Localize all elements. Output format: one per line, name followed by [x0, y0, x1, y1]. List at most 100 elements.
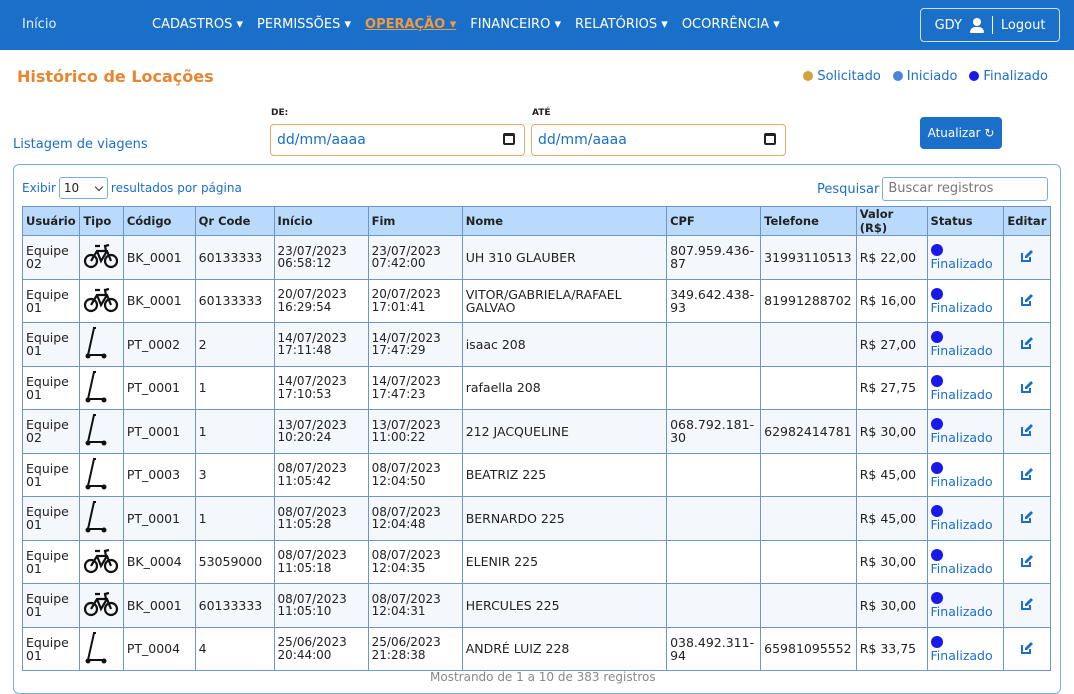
to-date-label: ATÉ [532, 108, 551, 118]
from-date-input[interactable]: dd/mm/aaaa [270, 124, 525, 156]
col-qrcode[interactable]: Qr Code [194, 206, 275, 236]
cell-name: isaac 208 [461, 322, 668, 367]
edit-icon[interactable] [1020, 293, 1034, 310]
cell-value: R$ 30,00 [855, 583, 928, 628]
col-usuario[interactable]: Usuário [21, 206, 81, 236]
cell-value: R$ 27,00 [855, 322, 928, 367]
cell-qr: 3 [194, 452, 275, 497]
edit-icon[interactable] [1020, 641, 1034, 658]
edit-icon[interactable] [1020, 598, 1034, 614]
end-time: 12:04:48 [371, 517, 426, 532]
legend-iniciado: Iniciado [892, 69, 957, 84]
nav-ocorrencia[interactable]: OCORRÊNCIA ▾ [682, 17, 780, 32]
nav-permissoes[interactable]: PERMISSÕES ▾ [257, 17, 351, 32]
cell-type [79, 322, 124, 367]
edit-icon[interactable] [1020, 250, 1034, 266]
cell-user: Equipe 02 [21, 235, 81, 280]
cell-value: R$ 16,00 [855, 278, 928, 323]
dot-icon [803, 71, 814, 81]
edit-icon[interactable] [1020, 554, 1034, 571]
col-cpf[interactable]: CPF [666, 206, 762, 236]
cell-value: R$ 33,75 [855, 626, 928, 671]
cell-user: Equipe 01 [21, 322, 81, 367]
cell-type [79, 452, 124, 497]
start-time: 11:05:28 [277, 517, 332, 532]
cell-edit [1003, 539, 1051, 584]
edit-icon[interactable] [1020, 424, 1034, 440]
cell-name: rafaella 208 [461, 365, 668, 410]
nav-home-link[interactable]: Início [22, 17, 56, 32]
to-date-input[interactable]: dd/mm/aaaa [531, 124, 786, 156]
status-text: Finalizado [930, 473, 993, 489]
cell-phone [760, 322, 857, 367]
cell-phone [760, 539, 857, 584]
end-time: 12:04:31 [371, 604, 426, 619]
col-fim[interactable]: Fim [367, 206, 463, 236]
end-time: 07:42:00 [371, 256, 426, 271]
cell-end: 08/07/2023 12:04:50 [367, 452, 463, 497]
scooter-icon [83, 631, 109, 668]
cell-end: 08/07/2023 12:04:48 [367, 496, 463, 541]
logout-button[interactable]: Logout [1001, 18, 1046, 33]
table-row: Equipe 01 PT_0004 4 25/06/2023 20:44:00 25/06… [21, 626, 1051, 671]
cell-end: 14/07/2023 17:47:29 [367, 322, 463, 367]
edit-icon[interactable] [1020, 337, 1034, 353]
cell-qr: 53059000 [194, 539, 275, 584]
start-time: 11:05:10 [277, 604, 332, 619]
calendar-icon[interactable] [764, 133, 776, 145]
cell-start: 14/07/2023 17:10:53 [273, 365, 369, 410]
cell-cpf [666, 365, 762, 410]
cell-end: 25/06/2023 21:28:38 [367, 626, 463, 671]
refresh-button[interactable]: Atualizar ↻ [920, 117, 1002, 149]
search-control: Pesquisar Buscar registros [817, 177, 1049, 201]
cell-phone: 31993110513 [760, 235, 857, 280]
status-text: Finalizado [930, 430, 993, 446]
cell-phone [760, 365, 857, 410]
cell-status: Finalizado [926, 235, 1005, 280]
cell-code: BK_0001 [122, 583, 196, 628]
col-codigo[interactable]: Código [122, 206, 196, 236]
cell-phone [760, 496, 857, 541]
start-time: 11:05:18 [277, 560, 332, 575]
col-nome[interactable]: Nome [461, 206, 668, 236]
calendar-icon[interactable] [503, 133, 515, 145]
bike-icon [83, 548, 119, 577]
cell-end: 08/07/2023 12:04:35 [367, 539, 463, 584]
cell-qr: 2 [194, 322, 275, 367]
status-dot-icon [930, 418, 943, 431]
nav-relatorios[interactable]: RELATÓRIOS ▾ [575, 17, 668, 32]
edit-icon[interactable] [1020, 380, 1034, 397]
table-row: Equipe 01 BK_0004 53059000 08/07/2023 11:05:… [21, 539, 1051, 584]
cell-status: Finalizado [926, 496, 1005, 541]
search-input[interactable]: Buscar registros [882, 177, 1049, 201]
col-status[interactable]: Status [926, 206, 1005, 236]
end-time: 17:47:23 [371, 386, 426, 401]
col-tipo[interactable]: Tipo [79, 206, 124, 236]
status-dot-icon [930, 374, 943, 387]
edit-icon[interactable] [1020, 511, 1034, 527]
status-text: Finalizado [930, 647, 993, 663]
col-inicio[interactable]: Início [273, 206, 369, 236]
page-size-select[interactable]: 10 [58, 177, 108, 199]
cell-value: R$ 27,75 [855, 365, 928, 410]
table-row: Equipe 01 BK_0001 60133333 20/07/2023 16:29:… [21, 278, 1051, 323]
cell-code: PT_0001 [122, 496, 196, 541]
cell-phone: 81991288702 [760, 278, 857, 323]
col-valor[interactable]: Valor (R$) [855, 206, 928, 236]
end-time: 17:47:29 [371, 343, 426, 358]
cell-code: BK_0001 [122, 278, 196, 323]
nav-operacao[interactable]: OPERAÇÃO ▾ [365, 17, 456, 32]
status-dot-icon [930, 548, 943, 561]
nav-financeiro[interactable]: FINANCEIRO ▾ [470, 17, 561, 32]
cell-name: 212 JACQUELINE [461, 409, 668, 454]
cell-type [79, 539, 124, 584]
edit-icon[interactable] [1020, 467, 1034, 484]
cell-end: 23/07/2023 07:42:00 [367, 235, 463, 280]
nav-cadastros[interactable]: CADASTROS ▾ [152, 17, 243, 32]
table-row: Equipe 01 PT_0001 1 14/07/2023 17:10:53 14/07… [21, 365, 1051, 410]
cell-status: Finalizado [926, 409, 1005, 454]
user-menu[interactable]: GDY Logout [920, 8, 1060, 42]
col-telefone[interactable]: Telefone [760, 206, 857, 236]
cell-edit [1003, 583, 1051, 628]
cell-edit [1003, 496, 1051, 541]
